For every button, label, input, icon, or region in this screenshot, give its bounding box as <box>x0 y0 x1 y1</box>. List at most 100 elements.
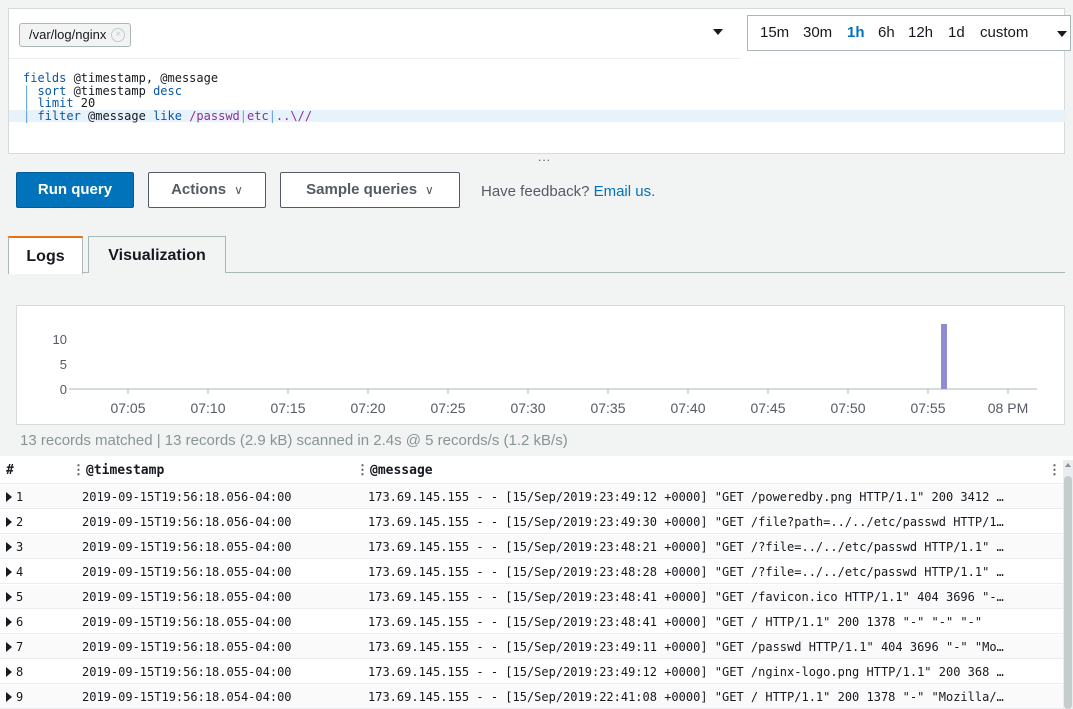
row-index: 6 <box>16 615 24 629</box>
row-message: 173.69.145.155 - - [15/Sep/2019:23:49:12… <box>368 665 1004 679</box>
header-message[interactable]: @message <box>370 463 433 478</box>
expand-arrow-icon[interactable] <box>6 517 12 527</box>
log-group-selector[interactable]: /var/log/nginx × <box>9 9 741 59</box>
tab-logs[interactable]: Logs <box>8 236 83 274</box>
table-row[interactable]: 5 2019-09-15T19:56:18.055-04:00 173.69.145… <box>0 585 1063 609</box>
row-expand[interactable]: 2 <box>6 515 23 529</box>
row-timestamp: 2019-09-15T19:56:18.056-04:00 <box>82 490 292 504</box>
table-row[interactable]: 8 2019-09-15T19:56:18.055-04:00 173.69.145… <box>0 660 1063 684</box>
feedback-text: Have feedback? Email us. <box>481 183 656 200</box>
row-message: 173.69.145.155 - - [15/Sep/2019:23:48:28… <box>368 565 1004 579</box>
table-row[interactable]: 3 2019-09-15T19:56:18.055-04:00 173.69.145… <box>0 535 1063 559</box>
actions-button[interactable]: Actions ∨ <box>148 172 266 208</box>
y-tick-label: 0 <box>60 382 67 397</box>
x-tick-label: 07:25 <box>430 400 465 416</box>
column-menu-icon[interactable]: ⋮ <box>72 463 85 478</box>
row-message: 173.69.145.155 - - [15/Sep/2019:23:49:12… <box>368 490 1004 504</box>
expand-arrow-icon[interactable] <box>6 667 12 677</box>
row-expand[interactable]: 3 <box>6 540 23 554</box>
actions-label: Actions <box>171 181 227 198</box>
x-tick-label: 07:30 <box>510 400 545 416</box>
time-range-selector: 15m 30m 1h 6h 12h 1d custom <box>747 15 1071 51</box>
row-index: 4 <box>16 565 24 579</box>
row-index: 7 <box>16 640 24 654</box>
scrollbar-thumb[interactable] <box>1064 476 1072 709</box>
row-message: 173.69.145.155 - - [15/Sep/2019:22:41:08… <box>368 690 1004 704</box>
range-30m[interactable]: 30m <box>803 24 832 41</box>
run-query-button[interactable]: Run query <box>16 172 134 208</box>
table-row[interactable]: 4 2019-09-15T19:56:18.055-04:00 173.69.145… <box>0 560 1063 584</box>
table-header: # ⋮ @timestamp ⋮ @message ⋮ <box>0 456 1073 484</box>
row-timestamp: 2019-09-15T19:56:18.054-04:00 <box>82 690 292 704</box>
histogram-bar <box>941 324 947 389</box>
expand-arrow-icon[interactable] <box>6 492 12 502</box>
row-expand[interactable]: 7 <box>6 640 23 654</box>
row-index: 8 <box>16 665 24 679</box>
y-tick-label: 10 <box>53 332 67 347</box>
range-dropdown-icon[interactable] <box>1057 31 1067 37</box>
x-tick-label: 07:55 <box>910 400 945 416</box>
column-menu-icon[interactable]: ⋮ <box>1048 463 1061 478</box>
row-timestamp: 2019-09-15T19:56:18.055-04:00 <box>82 540 292 554</box>
x-tick-label: 07:10 <box>190 400 225 416</box>
range-1h[interactable]: 1h <box>847 24 865 41</box>
email-us-link[interactable]: Email us. <box>594 183 656 200</box>
table-row[interactable]: 9 2019-09-15T19:56:18.054-04:00 173.69.145… <box>0 685 1063 709</box>
row-expand[interactable]: 8 <box>6 665 23 679</box>
row-message: 173.69.145.155 - - [15/Sep/2019:23:48:21… <box>368 540 1004 554</box>
row-expand[interactable]: 5 <box>6 590 23 604</box>
scroll-up-icon[interactable] <box>1065 463 1071 467</box>
row-message: 173.69.145.155 - - [15/Sep/2019:23:49:11… <box>368 640 1004 654</box>
row-message: 173.69.145.155 - - [15/Sep/2019:23:49:30… <box>368 515 1004 529</box>
range-6h[interactable]: 6h <box>878 24 895 41</box>
log-group-token[interactable]: /var/log/nginx × <box>19 23 132 47</box>
range-custom[interactable]: custom <box>980 24 1028 41</box>
row-expand[interactable]: 6 <box>6 615 23 629</box>
row-timestamp: 2019-09-15T19:56:18.055-04:00 <box>82 640 292 654</box>
row-index: 3 <box>16 540 24 554</box>
row-expand[interactable]: 9 <box>6 690 23 704</box>
tab-visualization[interactable]: Visualization <box>88 236 226 273</box>
chevron-down-icon: ∨ <box>425 183 434 197</box>
range-12h[interactable]: 12h <box>908 24 933 41</box>
row-index: 9 <box>16 690 24 704</box>
expand-arrow-icon[interactable] <box>6 617 12 627</box>
row-timestamp: 2019-09-15T19:56:18.055-04:00 <box>82 565 292 579</box>
row-index: 5 <box>16 590 24 604</box>
log-group-token-label: /var/log/nginx <box>29 27 107 42</box>
expand-arrow-icon[interactable] <box>6 692 12 702</box>
row-index: 1 <box>16 490 24 504</box>
header-timestamp[interactable]: @timestamp <box>86 463 164 478</box>
expand-arrow-icon[interactable] <box>6 542 12 552</box>
range-1d[interactable]: 1d <box>948 24 965 41</box>
table-scrollbar[interactable] <box>1063 460 1073 709</box>
query-text-editor[interactable]: fields @timestamp, @message | sort @time… <box>9 67 1066 147</box>
remove-token-icon[interactable]: × <box>111 28 126 42</box>
table-row[interactable]: 1 2019-09-15T19:56:18.056-04:00 173.69.145… <box>0 485 1063 509</box>
editor-resize-handle[interactable]: ... <box>538 150 551 164</box>
x-tick-label: 07:20 <box>350 400 385 416</box>
range-15m[interactable]: 15m <box>760 24 789 41</box>
log-group-dropdown-icon[interactable] <box>713 29 723 35</box>
results-table: # ⋮ @timestamp ⋮ @message ⋮ 1 2019-09-15T… <box>0 456 1073 709</box>
sample-queries-button[interactable]: Sample queries ∨ <box>280 172 460 208</box>
expand-arrow-icon[interactable] <box>6 567 12 577</box>
x-tick-label: 08 PM <box>988 400 1028 416</box>
histogram-chart: 10 5 0 07:05 07:10 07:15 07:20 07:25 07:30 07:35 0… <box>53 324 1037 416</box>
x-tick-label: 07:40 <box>670 400 705 416</box>
records-summary: 13 records matched | 13 records (2.9 kB)… <box>20 432 568 449</box>
row-timestamp: 2019-09-15T19:56:18.055-04:00 <box>82 665 292 679</box>
row-message: 173.69.145.155 - - [15/Sep/2019:23:48:41… <box>368 615 983 629</box>
table-row[interactable]: 2 2019-09-15T19:56:18.056-04:00 173.69.145… <box>0 510 1063 534</box>
table-row[interactable]: 6 2019-09-15T19:56:18.055-04:00 173.69.145… <box>0 610 1063 634</box>
header-index: # <box>6 463 14 478</box>
column-menu-icon[interactable]: ⋮ <box>356 463 369 478</box>
y-tick-label: 5 <box>60 357 67 372</box>
sample-queries-label: Sample queries <box>306 181 418 198</box>
row-expand[interactable]: 1 <box>6 490 23 504</box>
expand-arrow-icon[interactable] <box>6 592 12 602</box>
expand-arrow-icon[interactable] <box>6 642 12 652</box>
row-timestamp: 2019-09-15T19:56:18.056-04:00 <box>82 515 292 529</box>
table-row[interactable]: 7 2019-09-15T19:56:18.055-04:00 173.69.145… <box>0 635 1063 659</box>
row-expand[interactable]: 4 <box>6 565 23 579</box>
